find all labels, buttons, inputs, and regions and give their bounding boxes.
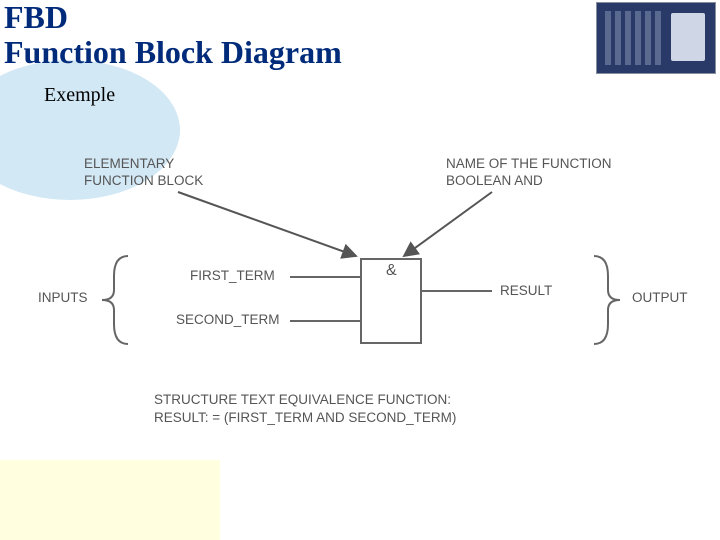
block-symbol: & xyxy=(386,262,397,280)
label-second-term: SECOND_TERM xyxy=(176,312,280,329)
wire-first-term xyxy=(290,276,360,278)
wire-second-term xyxy=(290,320,360,322)
brace-left-icon xyxy=(98,254,138,346)
slide-subtitle: Exemple xyxy=(0,84,720,107)
brace-right-icon xyxy=(584,254,624,346)
label-st-equiv-line2: RESULT: = (FIRST_TERM AND SECOND_TERM) xyxy=(154,410,456,427)
label-inputs: INPUTS xyxy=(38,290,88,307)
decorative-bottom-rect xyxy=(0,460,220,540)
wire-result xyxy=(422,290,492,292)
plc-device-image xyxy=(596,2,716,74)
label-output: OUTPUT xyxy=(632,290,688,307)
fbd-diagram: ELEMENTARY FUNCTION BLOCK NAME OF THE FU… xyxy=(0,150,720,470)
label-result: RESULT xyxy=(500,283,552,300)
label-st-equiv-line1: STRUCTURE TEXT EQUIVALENCE FUNCTION: xyxy=(154,392,451,409)
label-first-term: FIRST_TERM xyxy=(190,268,275,285)
